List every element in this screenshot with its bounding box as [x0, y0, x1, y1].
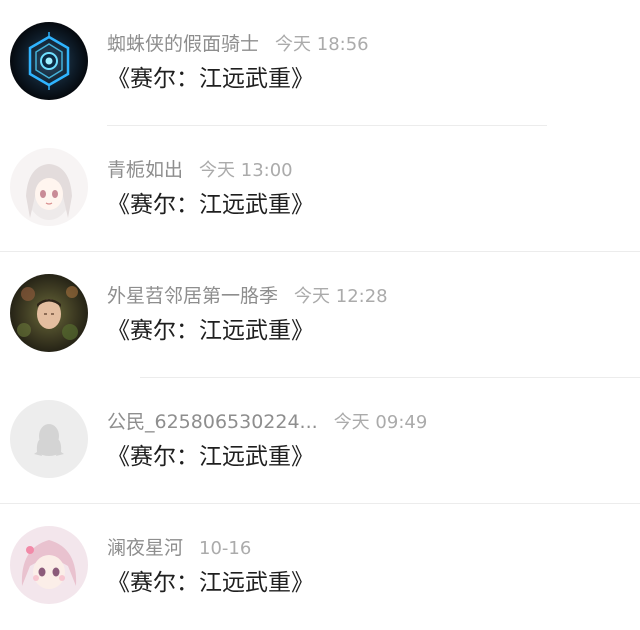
comment-item[interactable]: 澜夜星河 10-16 《赛尔：江远武重》 [0, 504, 640, 630]
username[interactable]: 公民_625806530224... [107, 411, 318, 433]
username[interactable]: 外星苕邻居第一胳季 [107, 285, 278, 307]
timestamp: 今天 09:49 [333, 412, 428, 433]
timestamp: 今天 13:00 [199, 160, 293, 181]
person-photo-avatar-icon[interactable] [10, 274, 88, 352]
hex-tech-avatar-icon[interactable] [10, 22, 88, 100]
comment-text: 《赛尔：江远武重》 [107, 192, 314, 218]
default-penguin-avatar-icon[interactable] [10, 400, 88, 478]
username[interactable]: 澜夜星河 [107, 537, 183, 559]
comment-text: 《赛尔：江远武重》 [107, 444, 314, 470]
timestamp: 今天 18:56 [275, 34, 369, 55]
comment-item[interactable]: 青栀如出 今天 13:00 《赛尔：江远武重》 [0, 126, 640, 252]
username[interactable]: 青栀如出 [107, 159, 183, 181]
comment-text: 《赛尔：江远武重》 [107, 570, 314, 596]
comment-text: 《赛尔：江远武重》 [107, 66, 314, 92]
timestamp: 今天 12:28 [294, 286, 388, 307]
username[interactable]: 蜘蛛侠的假面骑士 [107, 33, 259, 55]
comment-list: 蜘蛛侠的假面骑士 今天 18:56 《赛尔：江远武重》 青栀如出 今天 13:00 … [0, 0, 640, 623]
comment-item[interactable]: 公民_625806530224... 今天 09:49 《赛尔：江远武重》 [0, 378, 640, 504]
comment-item[interactable]: 外星苕邻居第一胳季 今天 12:28 《赛尔：江远武重》 [0, 252, 640, 378]
timestamp: 10-16 [199, 538, 252, 559]
pink-anime-avatar-icon[interactable] [10, 526, 88, 604]
anime-girl-avatar-icon[interactable] [10, 148, 88, 226]
comment-text: 《赛尔：江远武重》 [107, 318, 314, 344]
comment-item[interactable]: 蜘蛛侠的假面骑士 今天 18:56 《赛尔：江远武重》 [0, 0, 640, 126]
